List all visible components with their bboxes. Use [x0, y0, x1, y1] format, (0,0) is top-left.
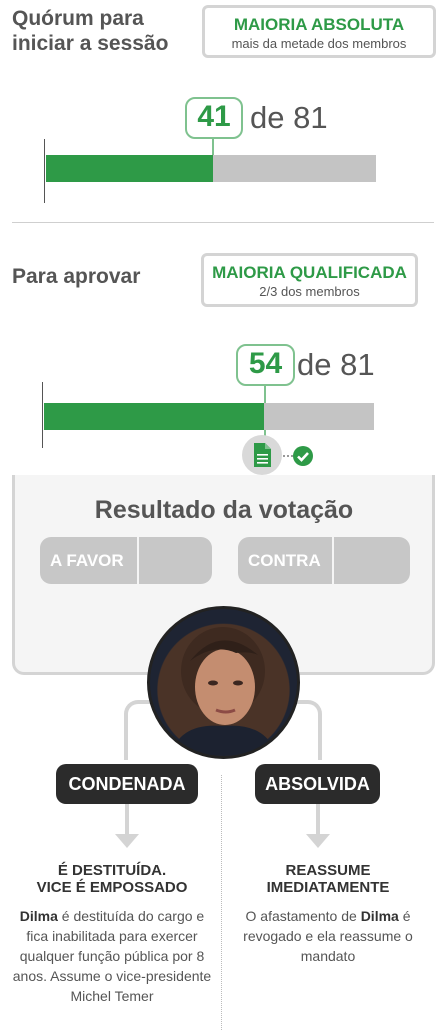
- quorum-bar-fill: [46, 155, 213, 182]
- condemned-badge: CONDENADA: [56, 764, 198, 804]
- condemned-outcome-text: Dilma é destituída do cargo e fica inabi…: [12, 906, 212, 1006]
- document-connector: [283, 455, 293, 457]
- absolved-badge: ABSOLVIDA: [255, 764, 380, 804]
- document-icon: [242, 435, 282, 475]
- favor-label: A FAVOR: [50, 551, 124, 570]
- left-arrow-line: [125, 804, 129, 834]
- condemned-outcome-title: É DESTITUÍDA. VICE É EMPOSSADO: [12, 862, 212, 896]
- approve-marker-top: [264, 386, 266, 403]
- absolved-name: Dilma: [360, 908, 399, 924]
- absolved-description-start: O afastamento de: [245, 908, 361, 924]
- approve-badge-title: MAIORIA QUALIFICADA: [212, 263, 407, 282]
- approve-total: de 81: [297, 347, 375, 382]
- section-divider: [12, 222, 434, 223]
- connector-right: [292, 700, 322, 760]
- absolved-title-line-1: REASSUME: [285, 862, 371, 879]
- quorum-badge: MAIORIA ABSOLUTA mais da metade dos memb…: [202, 5, 436, 58]
- quorum-marker: [212, 139, 214, 155]
- contra-label: CONTRA: [248, 551, 321, 570]
- contra-separator: [332, 537, 334, 584]
- favor-separator: [137, 537, 139, 584]
- connector-left: [124, 700, 154, 760]
- right-arrow-line: [316, 804, 320, 834]
- left-arrow-icon: [115, 834, 139, 848]
- approve-badge-subtitle: 2/3 dos membros: [259, 284, 360, 299]
- outcome-separator: [221, 775, 222, 1030]
- absolved-outcome-text: O afastamento de Dilma é revogado e ela …: [232, 906, 424, 966]
- approve-count: 54: [236, 344, 295, 386]
- check-icon: [293, 446, 313, 466]
- quorum-bar-track: [46, 155, 376, 182]
- quorum-total: de 81: [250, 100, 328, 135]
- right-arrow-icon: [306, 834, 330, 848]
- favor-vote-box: A FAVOR: [40, 537, 212, 584]
- quorum-badge-subtitle: mais da metade dos membros: [231, 36, 407, 51]
- result-title: Resultado da votação: [94, 496, 354, 524]
- condemned-title-line-2: VICE É EMPOSSADO: [36, 879, 188, 896]
- condemned-name: Dilma: [19, 908, 58, 924]
- contra-vote-box: CONTRA: [238, 537, 410, 584]
- approve-title: Para aprovar: [12, 265, 141, 288]
- quorum-badge-title: MAIORIA ABSOLUTA: [233, 15, 405, 34]
- approve-axis-line: [42, 382, 43, 448]
- condemned-title-line-1: É DESTITUÍDA.: [57, 862, 167, 879]
- absolved-outcome-title: REASSUME IMEDIATAMENTE: [228, 862, 428, 896]
- quorum-count: 41: [185, 97, 243, 139]
- quorum-title: Quórum para iniciar a sessão: [12, 7, 169, 55]
- approve-bar-track: [44, 403, 374, 430]
- approve-badge: MAIORIA QUALIFICADA 2/3 dos membros: [201, 253, 418, 307]
- portrait-photo: [147, 606, 300, 759]
- approve-bar-fill: [44, 403, 264, 430]
- absolved-title-line-2: IMEDIATAMENTE: [266, 879, 390, 896]
- quorum-axis-line: [44, 139, 45, 203]
